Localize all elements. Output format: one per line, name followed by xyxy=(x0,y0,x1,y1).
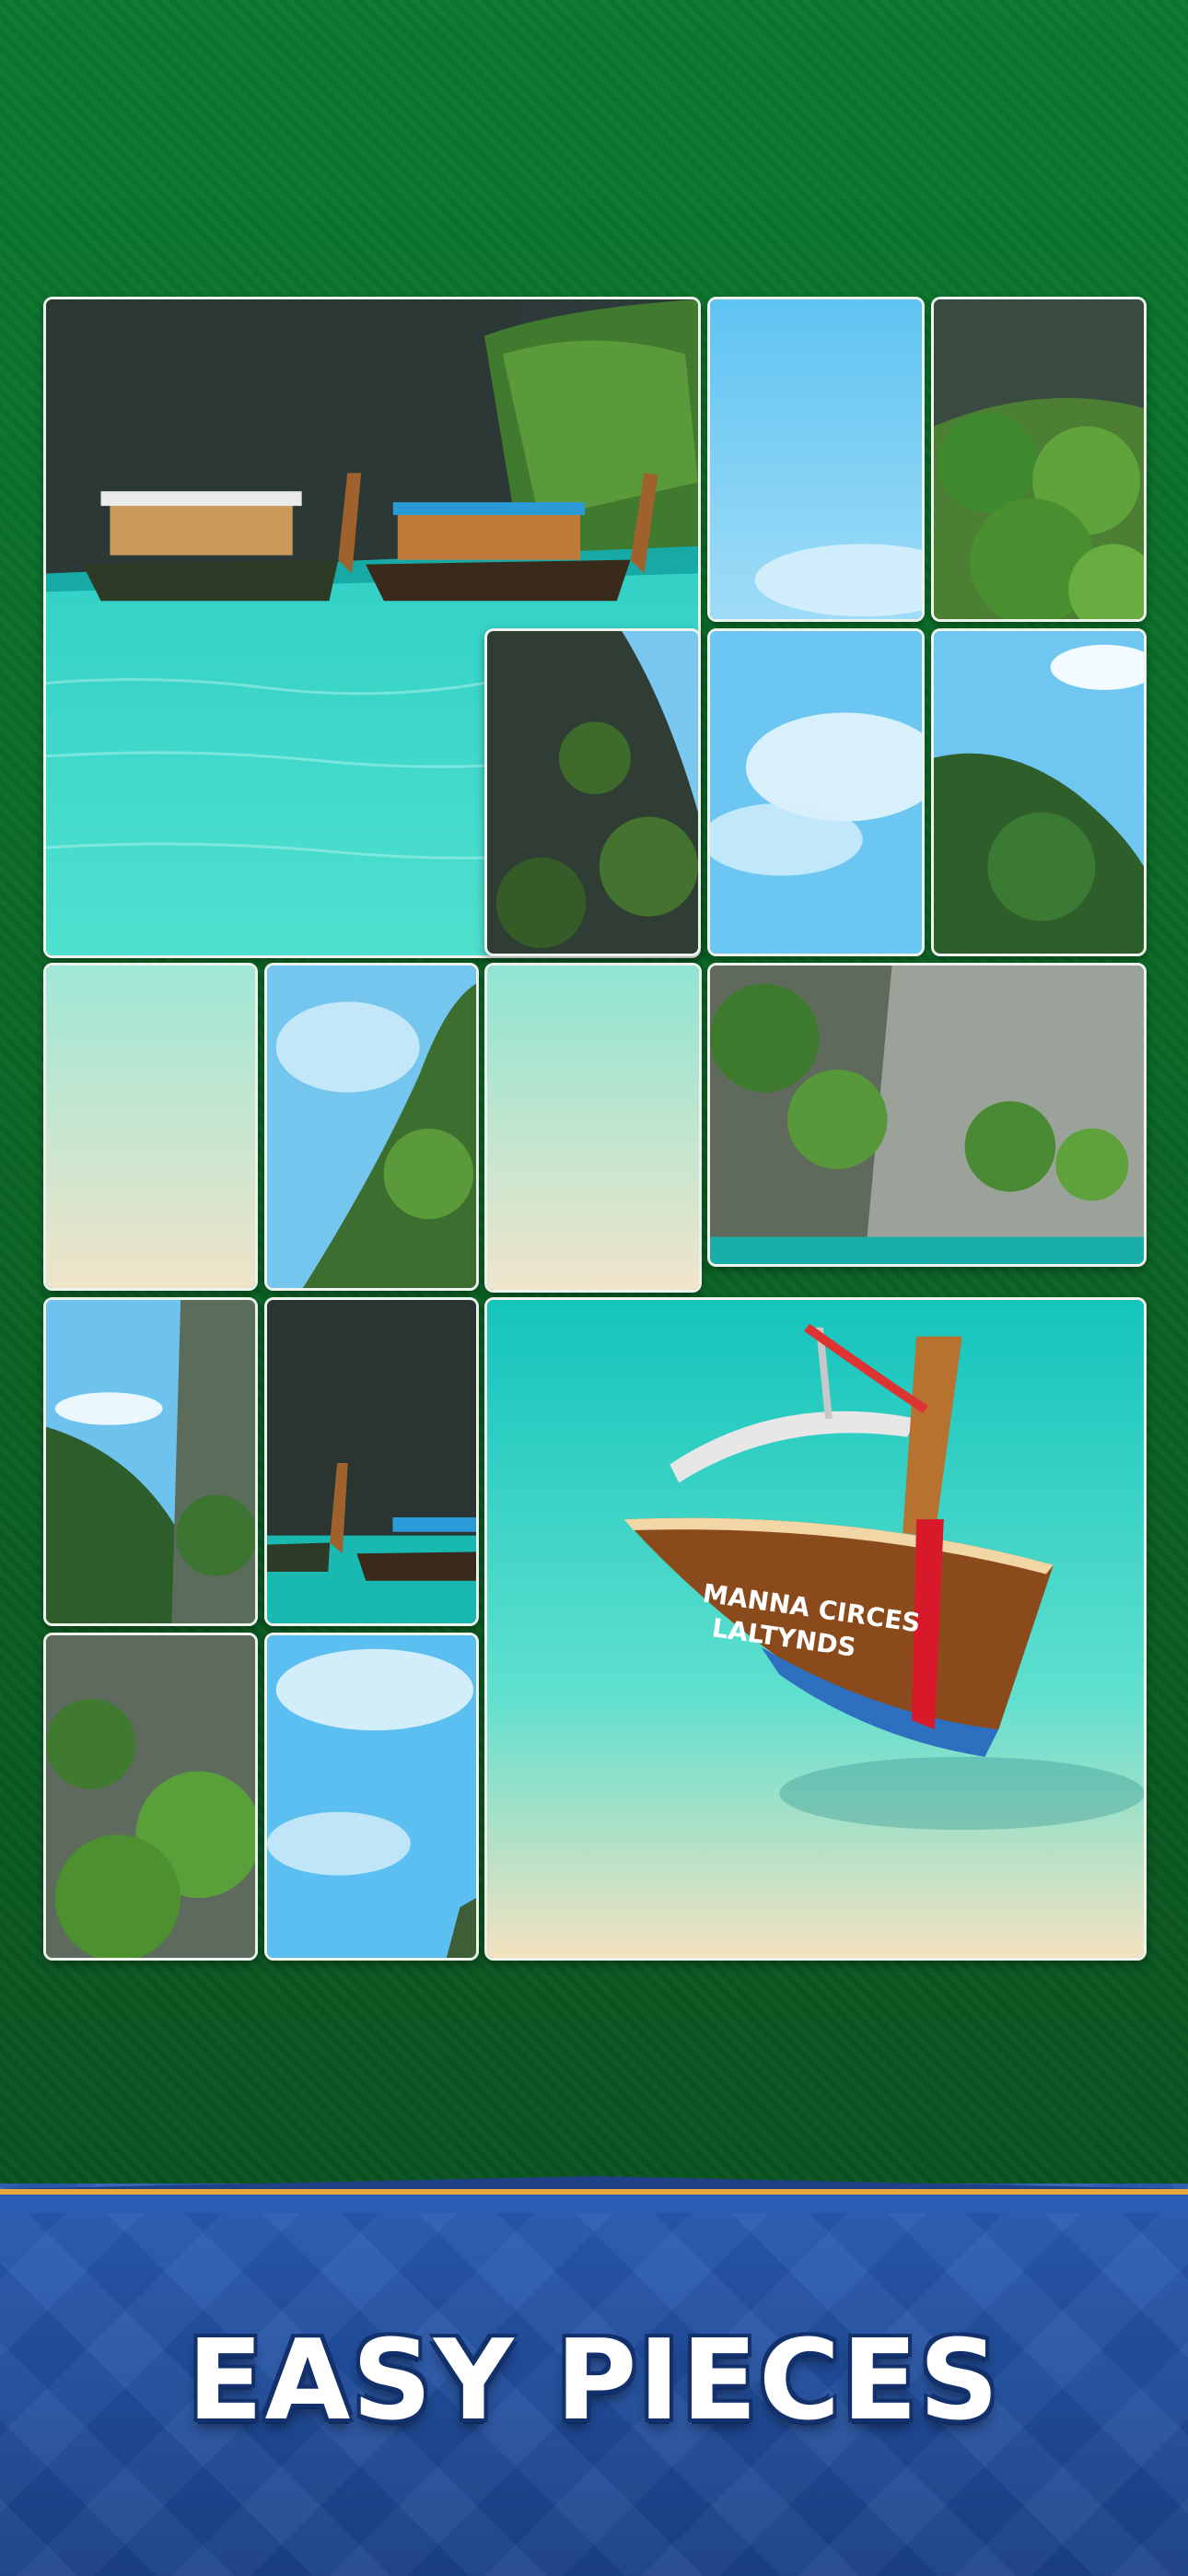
puzzle-piece[interactable] xyxy=(43,1633,258,1961)
puzzle-piece[interactable] xyxy=(707,963,1147,1267)
puzzle-piece[interactable] xyxy=(264,963,479,1291)
puzzle-piece[interactable] xyxy=(43,963,258,1291)
banner-title: EASY PIECES xyxy=(187,2317,1001,2445)
sky-image xyxy=(710,299,922,619)
puzzle-piece[interactable] xyxy=(707,297,925,622)
puzzle-piece[interactable]: MANNA CIRCES LALTYNDS xyxy=(484,1297,1147,1961)
shallow-water-image xyxy=(487,966,699,1290)
sky-cliff-image xyxy=(267,966,476,1288)
puzzle-piece[interactable] xyxy=(43,1297,258,1626)
sky-hill-image xyxy=(934,631,1144,954)
puzzle-piece[interactable] xyxy=(484,963,702,1293)
cliff-dark-image xyxy=(487,631,698,954)
cliff-image xyxy=(934,299,1144,619)
puzzle-piece[interactable] xyxy=(931,628,1147,956)
puzzle-piece[interactable] xyxy=(931,297,1147,622)
sky-clouds-image xyxy=(710,631,922,954)
sky-hills-image xyxy=(46,1300,255,1623)
puzzle-piece[interactable] xyxy=(264,1297,479,1626)
cliff-green-image xyxy=(46,1635,255,1958)
shallow-water-image xyxy=(46,966,255,1288)
cliff-wide-image xyxy=(710,966,1144,1264)
puzzle-piece[interactable] xyxy=(484,628,701,956)
boat-beach-image: MANNA CIRCES LALTYNDS xyxy=(487,1300,1144,1958)
puzzle-piece[interactable] xyxy=(264,1633,479,1961)
puzzle-board: MANNA CIRCES LALTYNDS xyxy=(0,0,1188,2193)
puzzle-piece[interactable] xyxy=(707,628,925,956)
sky-clouds-image xyxy=(267,1635,476,1958)
boats-small-image xyxy=(267,1300,476,1623)
